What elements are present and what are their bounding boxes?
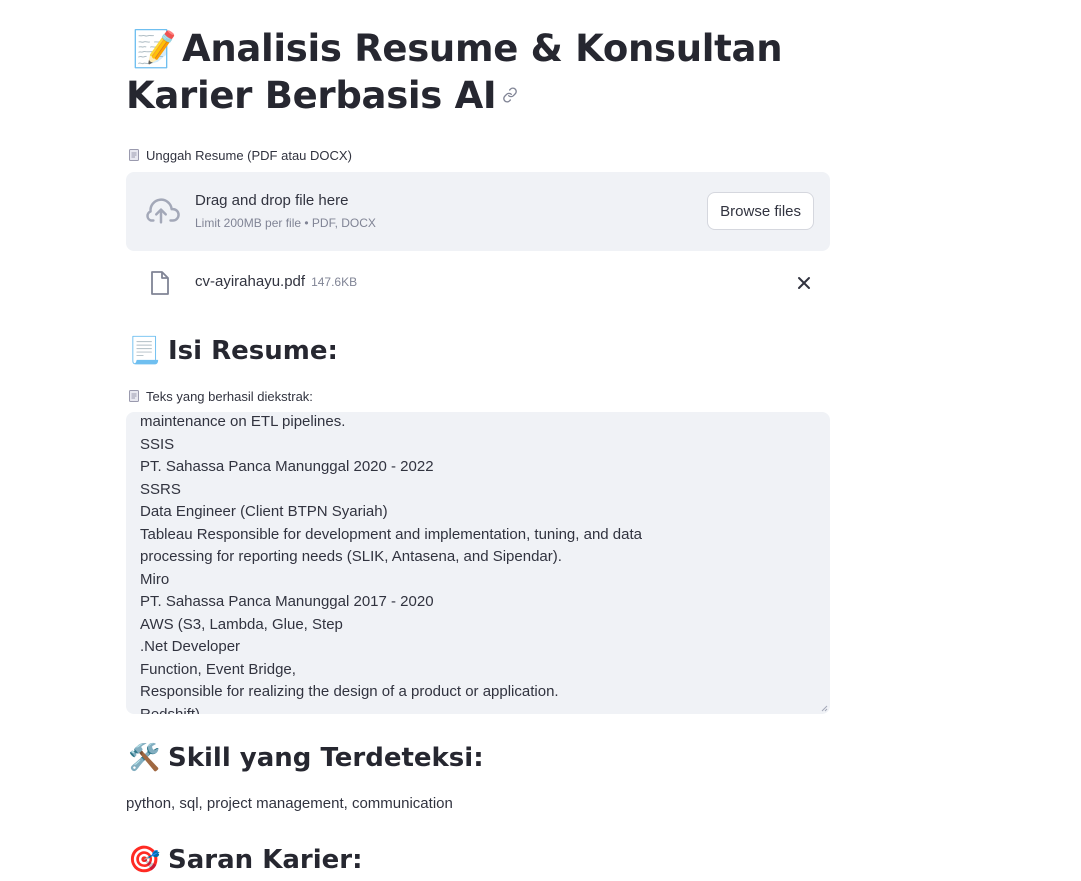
- resume-text-line: Redshift): [140, 705, 201, 715]
- resume-text-line: PT. Sahassa Panca Manunggal 2020 - 2022: [140, 458, 434, 475]
- uploaded-file-row: cv-ayirahayu.pdf 147.6KB: [126, 266, 830, 300]
- career-heading-text: Saran Karier:: [168, 845, 363, 875]
- resume-text-line: Responsible for realizing the design of …: [140, 683, 559, 700]
- skills-heading: 🛠️ Skill yang Terdeteksi:: [128, 741, 484, 775]
- skills-heading-text: Skill yang Terdeteksi:: [168, 743, 484, 773]
- resume-text-line: Miro: [140, 570, 170, 588]
- file-size: 147.6KB: [311, 275, 358, 289]
- file-name: cv-ayirahayu.pdf: [195, 273, 306, 290]
- document-icon: [129, 390, 139, 402]
- resume-text-content: maintenance on ETL pipelines. SSIS PT. Sah…: [140, 412, 816, 714]
- resume-text-line: Data Engineer (Client BTPN Syariah): [140, 503, 388, 520]
- resume-text-line: Tableau Responsible for development and …: [140, 525, 643, 543]
- remove-file-icon[interactable]: [796, 275, 812, 291]
- hammer-wrench-icon: 🛠️: [128, 743, 161, 773]
- textarea-label-text: Teks yang berhasil diekstrak:: [146, 388, 313, 404]
- document-icon: [129, 149, 139, 161]
- resume-text-line: .Net Developer: [140, 638, 241, 655]
- page-facing-up-icon: 📃: [128, 336, 161, 366]
- uploader-label: Unggah Resume (PDF atau DOCX): [128, 146, 352, 164]
- dropzone-instructions: Drag and drop file here: [195, 192, 349, 209]
- career-heading: 🎯 Saran Karier:: [128, 843, 362, 877]
- dropzone-text: Drag and drop file here Limit 200MB per …: [195, 191, 376, 230]
- resume-text-line: SSIS: [140, 435, 175, 453]
- browse-files-button[interactable]: Browse files: [707, 192, 814, 230]
- memo-emoji-icon: 📝: [132, 29, 177, 70]
- resume-text-line: PT. Sahassa Panca Manunggal 2017 - 2020: [140, 593, 434, 610]
- main-content: 📝 Analisis Resume & Konsultan Karier Berb…: [126, 0, 830, 875]
- resume-text-line: processing for reporting needs (SLIK, An…: [140, 548, 562, 565]
- link-anchor-icon[interactable]: [502, 86, 518, 103]
- resume-heading-text: Isi Resume:: [168, 336, 338, 366]
- file-icon: [151, 271, 169, 295]
- page-title-text: Analisis Resume & Konsultan Karier Berba…: [126, 27, 783, 117]
- cloud-upload-icon: [146, 198, 180, 224]
- file-info: cv-ayirahayu.pdf 147.6KB: [195, 273, 357, 290]
- resume-text-line: maintenance on ETL pipelines.: [140, 413, 346, 430]
- file-dropzone[interactable]: Drag and drop file here Limit 200MB per …: [126, 172, 830, 251]
- resize-handle-icon[interactable]: [820, 704, 828, 712]
- detected-skills-text: python, sql, project management, communi…: [126, 795, 453, 812]
- dropzone-limit: Limit 200MB per file • PDF, DOCX: [195, 216, 376, 230]
- resume-text-line: Function, Event Bridge,: [140, 660, 296, 678]
- uploader-label-text: Unggah Resume (PDF atau DOCX): [146, 147, 352, 163]
- target-icon: 🎯: [128, 845, 161, 875]
- page-title: 📝 Analisis Resume & Konsultan Karier Berb…: [126, 0, 830, 119]
- resume-text-area[interactable]: maintenance on ETL pipelines. SSIS PT. Sah…: [126, 412, 830, 714]
- textarea-label: Teks yang berhasil diekstrak:: [128, 387, 313, 405]
- resume-text-line: AWS (S3, Lambda, Glue, Step: [140, 615, 343, 633]
- resume-heading: 📃 Isi Resume:: [128, 334, 338, 368]
- resume-text-line: SSRS: [140, 480, 181, 498]
